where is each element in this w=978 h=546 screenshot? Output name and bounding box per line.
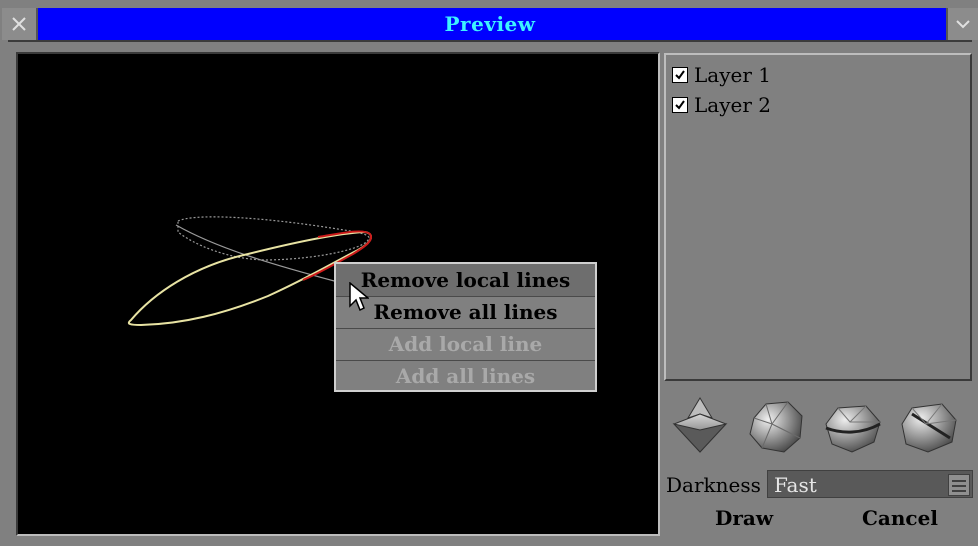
layer-item[interactable]: Layer 2: [672, 93, 771, 117]
preview-window: Preview Layer 1 Layer 2 Darkness Fast Dr…: [0, 0, 978, 546]
checkmark-icon: [675, 70, 685, 80]
rough-rock-icon[interactable]: [746, 394, 806, 458]
cancel-button[interactable]: Cancel: [862, 506, 938, 530]
dropdown-handle-icon[interactable]: [948, 474, 970, 496]
chevron-down-icon: [956, 20, 970, 29]
draw-button[interactable]: Draw: [715, 506, 773, 530]
banded-rock-icon[interactable]: [822, 394, 882, 458]
spinning-top-icon[interactable]: [670, 394, 730, 458]
menu-item-remove-all-lines[interactable]: Remove all lines: [336, 296, 595, 329]
layer-checkbox[interactable]: [672, 67, 688, 83]
window-title: Preview: [444, 12, 536, 36]
menu-item-remove-local-lines[interactable]: Remove local lines: [336, 264, 595, 297]
cracked-rock-icon[interactable]: [898, 394, 958, 458]
layer-item[interactable]: Layer 1: [672, 63, 771, 87]
darkness-select[interactable]: Fast: [767, 470, 973, 498]
darkness-label: Darkness: [666, 473, 761, 497]
layer-label: Layer 1: [694, 63, 771, 87]
darkness-value: Fast: [774, 473, 817, 497]
title-bar: Preview: [2, 8, 978, 42]
mouse-cursor-icon: [349, 282, 369, 312]
layer-list: Layer 1 Layer 2: [664, 53, 972, 381]
window-menu-button[interactable]: [946, 8, 978, 40]
layer-checkbox[interactable]: [672, 97, 688, 113]
menu-item-add-local-line[interactable]: Add local line: [336, 328, 595, 361]
ghost-outline: [177, 216, 370, 261]
layer-label: Layer 2: [694, 93, 771, 117]
menu-item-add-all-lines[interactable]: Add all lines: [336, 360, 595, 392]
context-menu: Remove local lines Remove all lines Add …: [334, 262, 597, 392]
checkmark-icon: [675, 100, 685, 110]
